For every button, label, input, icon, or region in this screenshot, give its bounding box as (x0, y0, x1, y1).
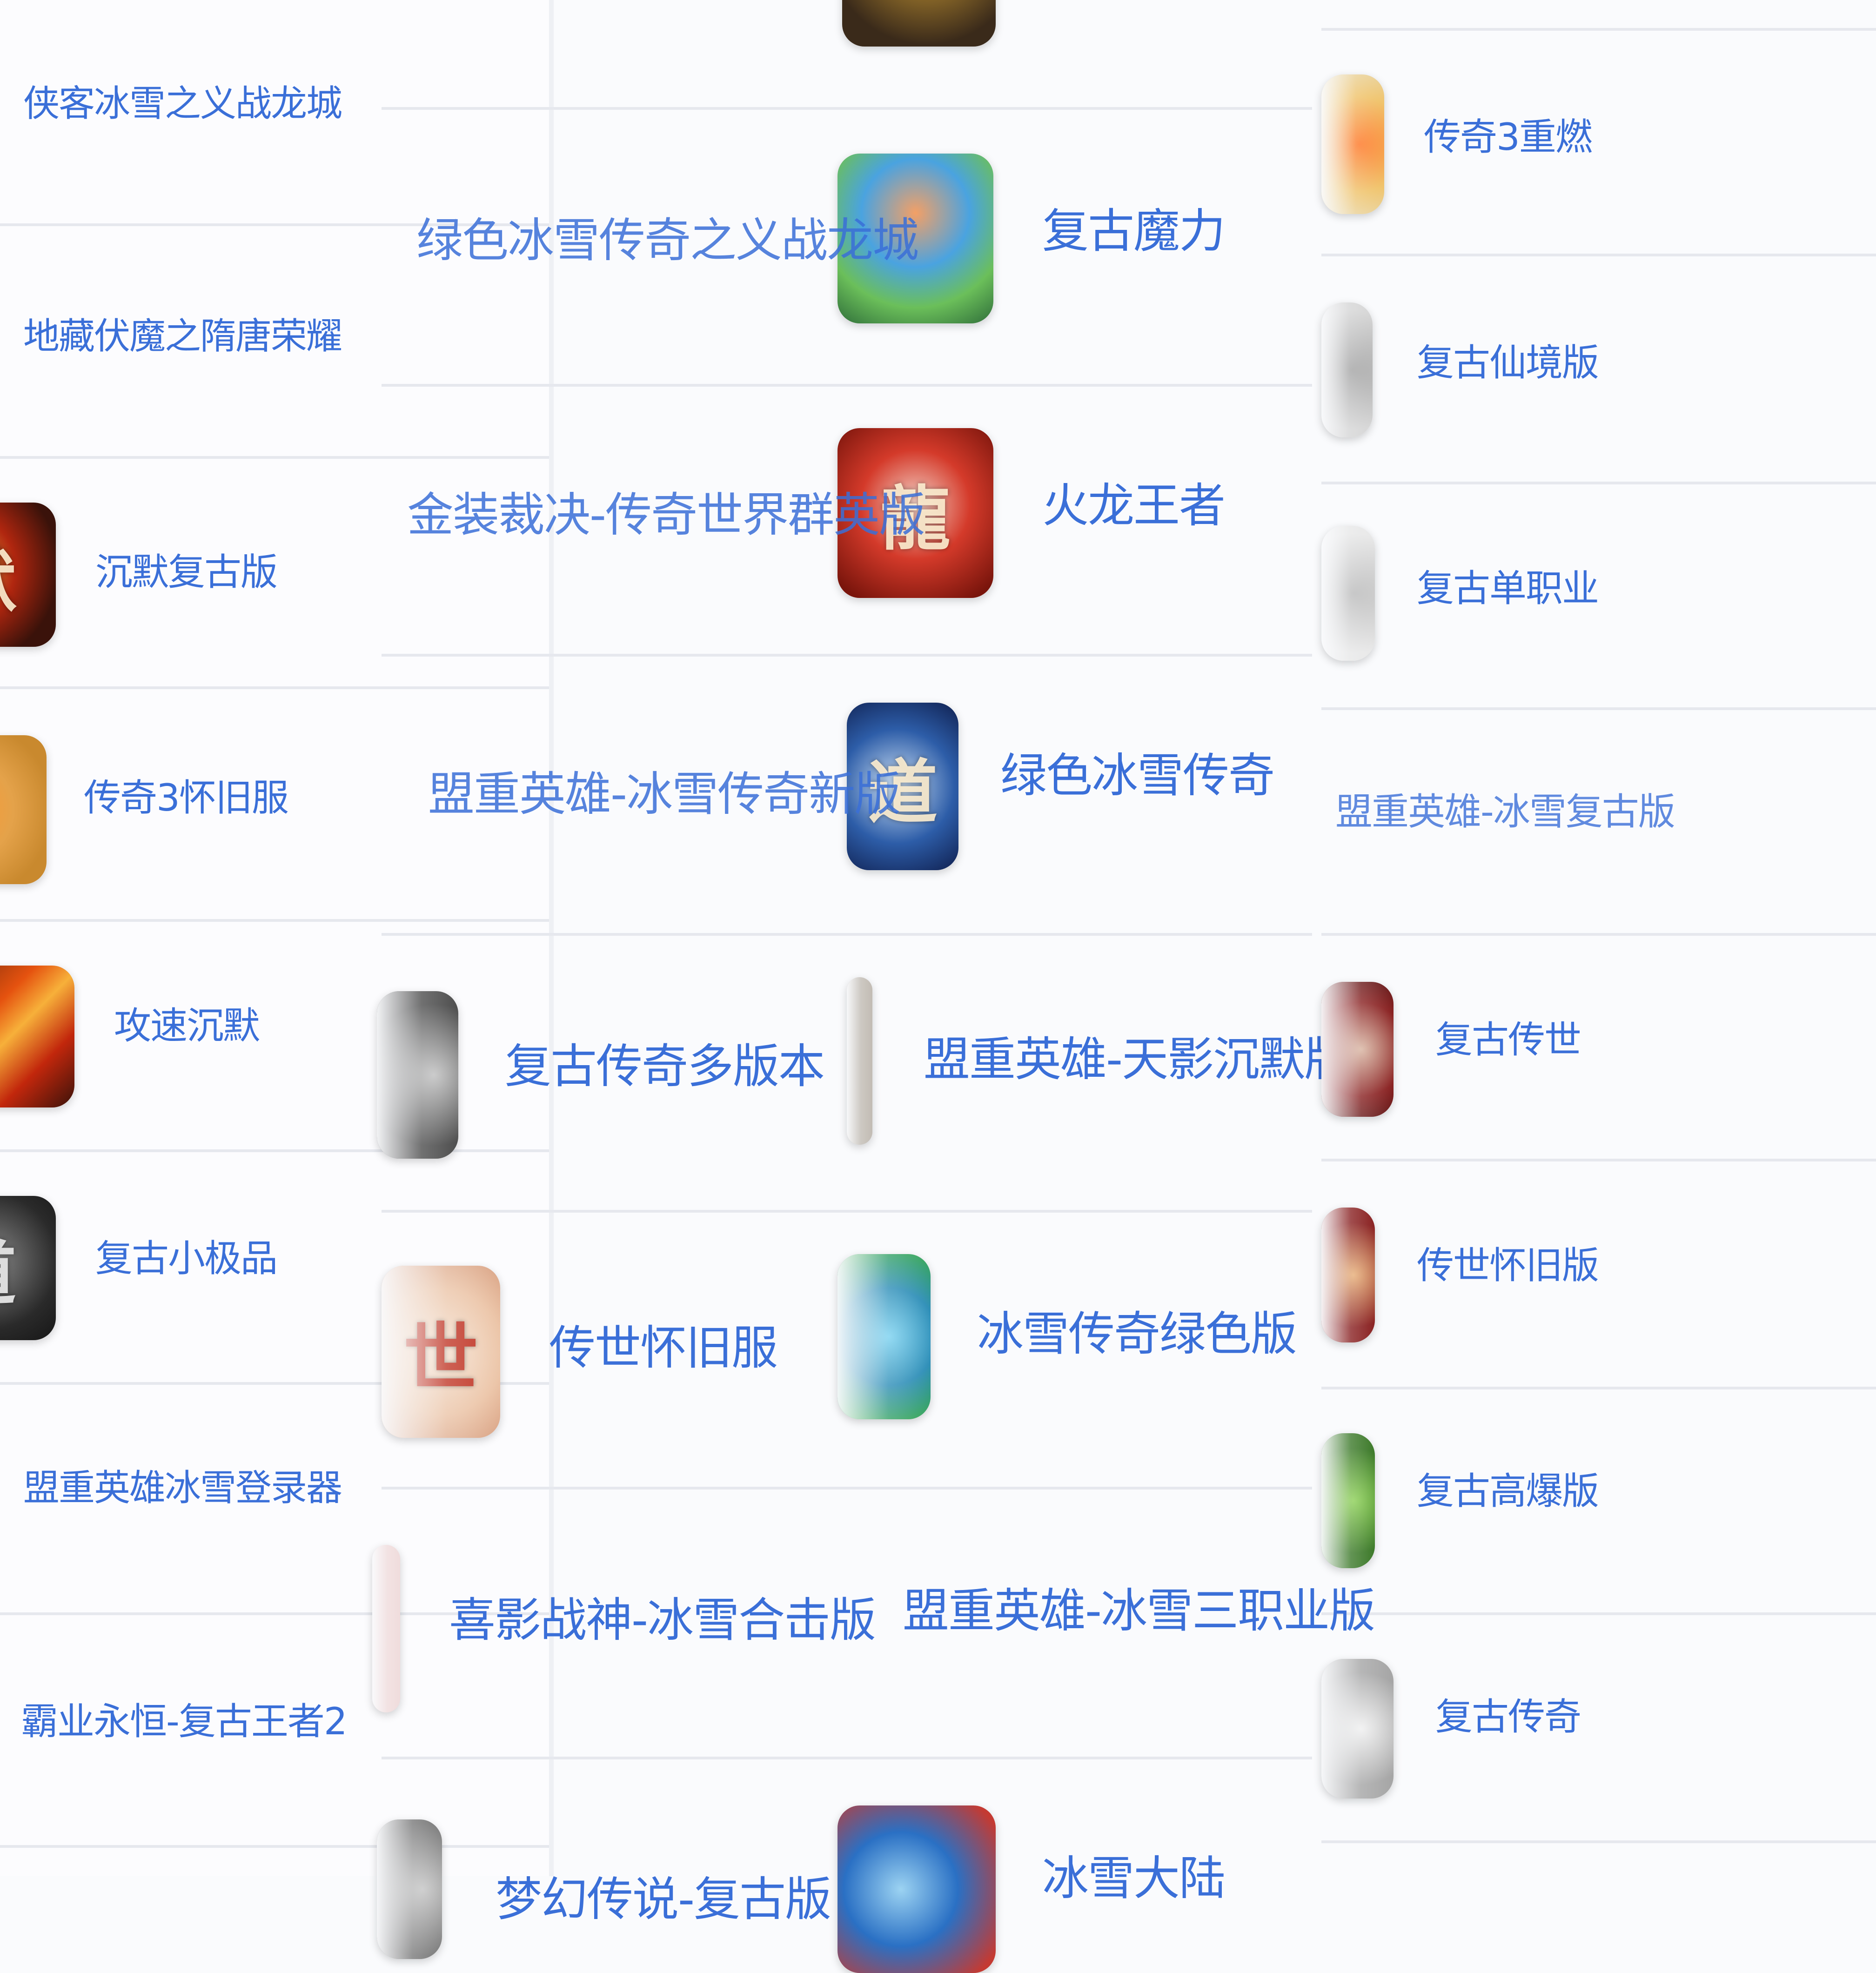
game-title-link[interactable]: 传奇3怀旧服 (84, 768, 289, 822)
divider (1321, 28, 1876, 31)
game-title-link[interactable]: 冰雪传奇绿色版 (977, 1296, 1297, 1363)
game-icon-silver-dragon[interactable] (1321, 1659, 1394, 1799)
game-icon-white-dragon[interactable] (1321, 526, 1375, 661)
game-title-link[interactable]: 盟重英雄-冰雪复古版 (1335, 782, 1675, 836)
divider (1321, 1387, 1876, 1389)
game-list-item[interactable]: 复古单职业 (1321, 521, 1876, 670)
game-title-link[interactable]: 火龙王者 (1042, 468, 1226, 535)
game-title-link[interactable]: 喜影战神-冰雪合击版 (449, 1582, 876, 1650)
game-list-item[interactable]: 绿色冰雪传奇之义战龙城 (382, 149, 1000, 326)
game-title-link[interactable]: 复古传奇 (1435, 1687, 1581, 1741)
game-list-item[interactable]: 冰雪大陆 (838, 1801, 1396, 1973)
game-title-link[interactable]: 盟重英雄冰雪登录器 (23, 1459, 342, 1511)
game-list-item[interactable]: 火龙王者 (1024, 451, 1349, 544)
game-list-item[interactable]: 盟重英雄-冰雪三职业版 (884, 1573, 1396, 1666)
game-title-link[interactable]: 复古仙境版 (1417, 333, 1599, 387)
game-icon-legend3-gold[interactable] (0, 735, 47, 884)
game-title-link[interactable]: 复古单职业 (1417, 558, 1599, 612)
game-icon-sword-fire[interactable] (0, 966, 74, 1107)
game-icon-flame-gold[interactable] (1321, 74, 1384, 214)
game-title-link[interactable]: 盟重英雄-冰雪传奇新版 (428, 756, 901, 824)
game-icon-grey-calligraphy[interactable] (1321, 302, 1373, 437)
game-icon-pale-grey[interactable] (377, 1819, 442, 1959)
game-list-item[interactable]: 绿色冰雪传奇 (977, 726, 1349, 819)
game-title-link[interactable]: 侠客冰雪之义战龙城 (23, 74, 342, 127)
game-title-link[interactable]: 传奇3重燃 (1424, 107, 1593, 161)
divider (0, 686, 549, 689)
game-icon-blue-red-dragon[interactable] (838, 1805, 996, 1973)
divider (382, 654, 1312, 657)
divider (1321, 254, 1876, 256)
game-list-item[interactable]: 复古高爆版 (1321, 1431, 1876, 1580)
game-list-item[interactable]: 盟重英雄-天影沉默版 (838, 977, 1396, 1154)
game-title-link[interactable]: 盟重英雄-天影沉默版 (924, 1021, 1351, 1089)
divider (0, 919, 549, 922)
game-icon-pale[interactable] (372, 1545, 400, 1712)
game-list-item[interactable]: 传世怀旧版 (1321, 1205, 1876, 1354)
game-title-link[interactable]: 地藏伏魔之隋唐荣耀 (23, 307, 342, 359)
divider (1321, 1840, 1876, 1843)
divider (1321, 1612, 1876, 1615)
divider (1321, 707, 1876, 710)
game-icon-silence-fire[interactable]: 默 (0, 503, 56, 647)
game-title-link[interactable]: 沉默复古版 (95, 542, 278, 596)
game-title-link[interactable]: 攻速沉默 (114, 996, 260, 1050)
game-list-item[interactable]: 道 盟重英雄-冰雪传奇新版 (382, 703, 1000, 879)
game-icon-red-gold[interactable] (1321, 1208, 1375, 1342)
game-title-link[interactable]: 复古传世 (1435, 1010, 1581, 1064)
game-title-link[interactable]: 盟重英雄-冰雪三职业版 (903, 1573, 1375, 1640)
game-list-item[interactable]: 冰雪传奇绿色版 (838, 1252, 1396, 1429)
game-list-item[interactable]: 复古传世 (1321, 977, 1876, 1126)
game-title-link[interactable]: 复古小极品 (95, 1228, 278, 1282)
game-icon-gold-partial[interactable] (842, 0, 996, 47)
game-icon-red-seal[interactable] (1321, 982, 1394, 1117)
divider (1321, 1159, 1876, 1161)
game-title-link[interactable]: 复古传奇多版本 (505, 1028, 825, 1096)
game-title-link[interactable]: 梦幻传说-复古版 (496, 1861, 831, 1929)
game-icon-dark[interactable] (847, 977, 872, 1145)
game-icon-grey-dragon[interactable] (377, 991, 458, 1159)
game-icon-green-dragon[interactable] (1321, 1433, 1375, 1568)
game-list-item[interactable]: 复古仙境版 (1321, 298, 1876, 447)
divider (1321, 482, 1876, 484)
game-title-link[interactable]: 复古高爆版 (1417, 1461, 1599, 1515)
game-list-item[interactable]: 复古传奇 (1321, 1657, 1876, 1805)
game-title-link[interactable]: 复古魔力 (1042, 193, 1226, 261)
game-title-link[interactable]: 传世怀旧服 (549, 1310, 778, 1377)
game-title-link[interactable]: 霸业永恒-复古王者2 (21, 1691, 348, 1745)
game-title-link[interactable]: 绿色冰雪传奇 (1000, 738, 1275, 805)
game-icon-dark-dragon[interactable]: 道 (0, 1196, 56, 1340)
game-list-item[interactable]: 传奇3重燃 (1321, 70, 1876, 219)
game-title-link[interactable]: 传世怀旧版 (1417, 1235, 1599, 1289)
game-list-item[interactable]: 复古魔力 (1024, 177, 1349, 270)
game-list-item[interactable]: 龍 金装裁决-传奇世界群英版 (382, 423, 1000, 600)
game-icon-ice-dragon[interactable] (838, 1254, 931, 1419)
game-title-link[interactable]: 绿色冰雪传奇之义战龙城 (416, 202, 919, 270)
game-title-link[interactable]: 金装裁决-传奇世界群英版 (407, 477, 925, 544)
game-icon-gu-shi-seal[interactable]: 世 (382, 1266, 500, 1438)
game-title-link[interactable]: 冰雪大陆 (1042, 1840, 1226, 1908)
game-list-item[interactable]: 盟重英雄-冰雪复古版 (1321, 772, 1876, 866)
divider (1321, 933, 1876, 936)
divider (382, 933, 1312, 936)
